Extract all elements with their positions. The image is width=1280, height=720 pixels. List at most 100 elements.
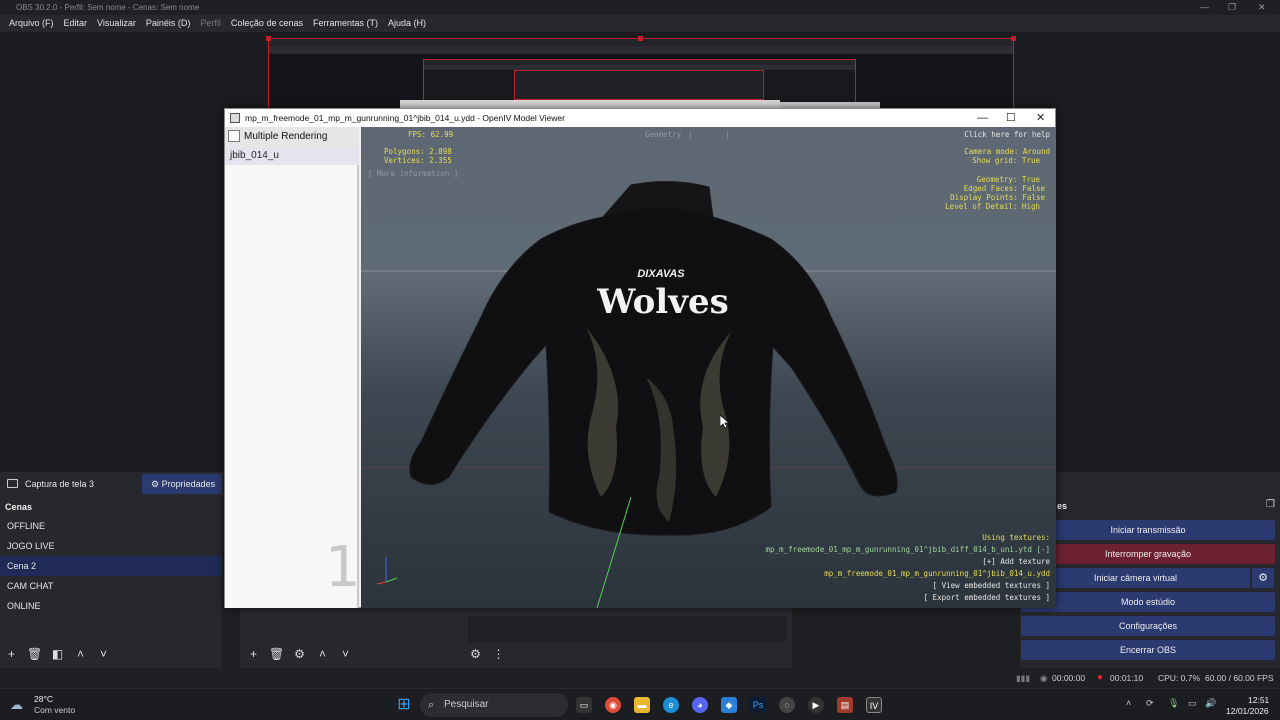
move-up-icon[interactable]: ˄ (73, 647, 88, 661)
stop-recording-button[interactable]: Interromper gravação (1021, 544, 1275, 564)
network-icon[interactable]: ▭ (1188, 698, 1197, 709)
move-down-icon[interactable]: ˅ (96, 647, 111, 661)
multiple-rendering-toggle[interactable]: Multiple Rendering (225, 127, 359, 146)
record-icon: ● (1097, 672, 1104, 683)
texture-dictionary-link[interactable]: mp_m_freemode_01_mp_m_gunrunning_01^jbib… (766, 545, 1050, 554)
menu-view[interactable]: Visualizar (92, 15, 141, 32)
more-information-link[interactable]: [ More information ] (368, 169, 458, 178)
fps-readout: 60.00 / 60.00 FPS (1205, 673, 1274, 683)
nested-menu-bar (269, 46, 1013, 54)
maximize-icon[interactable]: ❐ (1228, 0, 1236, 15)
clock-date[interactable]: 12/01/2026 (1226, 706, 1269, 716)
move-down-icon[interactable]: ˅ (338, 647, 353, 661)
virtual-camera-settings-icon[interactable]: ⚙ (1252, 568, 1274, 588)
help-link[interactable]: Click here for help (964, 130, 1050, 139)
mouse-cursor-icon (720, 415, 730, 429)
scene-item-jogo-live[interactable]: JOGO LIVE (0, 536, 222, 556)
edge-icon[interactable]: e (663, 697, 679, 713)
openiv-window: mp_m_freemode_01_mp_m_gunrunning_01^jbib… (224, 108, 1056, 608)
minimize-icon[interactable]: — (1200, 0, 1209, 15)
photoshop-icon[interactable]: Ps (750, 697, 766, 713)
camera-mode[interactable]: Camera mode: Around (964, 147, 1050, 156)
microphone-icon[interactable]: 🎙 (1168, 698, 1179, 709)
close-icon[interactable]: ✕ (1036, 109, 1045, 127)
start-streaming-button[interactable]: Iniciar transmissão (1021, 520, 1275, 540)
trash-icon[interactable]: 🗑 (27, 647, 42, 661)
lod-number: 1 (325, 535, 361, 600)
add-icon[interactable]: + (4, 647, 19, 661)
weather-icon[interactable]: ☁ (10, 697, 23, 713)
fps-readout: FPS: 62.99 (408, 130, 454, 139)
add-icon[interactable]: + (246, 647, 261, 661)
clock-time[interactable]: 12:51 (1248, 695, 1269, 705)
exit-button[interactable]: Encerrar OBS (1021, 640, 1275, 660)
taskbar-search[interactable]: ⌕ Pesquisar (420, 693, 568, 717)
menu-docks[interactable]: Painéis (D) (141, 15, 196, 32)
tab-geometry[interactable]: Geometry (645, 130, 681, 139)
menu-scene-collection[interactable]: Coleção de cenas (226, 15, 308, 32)
multiple-rendering-label: Multiple Rendering (244, 131, 328, 142)
dock-float-icon[interactable]: ❐ (1266, 499, 1275, 510)
gear-icon[interactable]: ⚙ (292, 647, 307, 661)
move-up-icon[interactable]: ˄ (315, 647, 330, 661)
settings-icon[interactable]: ⚙ (468, 647, 483, 661)
minimize-icon[interactable]: — (977, 109, 988, 127)
properties-button[interactable]: ⚙ Propriedades (142, 474, 222, 494)
stream-icon: ◉ (1040, 673, 1048, 683)
add-texture-link[interactable]: [+] Add texture (982, 557, 1050, 566)
app-icon[interactable]: ◆ (721, 697, 737, 713)
geometry-toggle[interactable]: Geometry: True (977, 175, 1040, 184)
task-view-icon[interactable]: ▭ (576, 697, 592, 713)
openiv-icon[interactable]: IV (866, 697, 882, 713)
show-grid[interactable]: Show grid: True (972, 156, 1040, 165)
weather-desc[interactable]: Com vento (34, 705, 75, 715)
edged-faces-toggle[interactable]: Edged Faces: False (964, 184, 1045, 193)
tab-separator: | (688, 130, 693, 139)
filter-icon[interactable]: ◧ (50, 647, 65, 661)
windows-start-icon[interactable]: ⊞ (396, 697, 412, 713)
studio-mode-button[interactable]: Modo estúdio (1021, 592, 1275, 612)
controls-header: es (1057, 501, 1068, 511)
settings-button[interactable]: Configurações (1021, 616, 1275, 636)
media-player-icon[interactable]: ▶ (808, 697, 824, 713)
discord-icon[interactable]: ◕ (692, 697, 708, 713)
more-icon[interactable]: ⋮ (491, 647, 506, 661)
status-bar: ▮▮▮ ◉ 00:00:00 ● 00:01:10 CPU: 0.7% 60.0… (0, 668, 1280, 688)
model-viewport[interactable]: DIXAVAS Wolves FPS: 62.99 Geometry | | C… (361, 127, 1056, 608)
model-list-item[interactable]: jbib_014_u (225, 146, 359, 165)
scene-item-offline[interactable]: OFFLINE (0, 516, 222, 536)
scene-item-cam-chat[interactable]: CAM CHAT (0, 576, 222, 596)
volume-icon[interactable]: 🔊 (1205, 698, 1216, 709)
view-embedded-textures-link[interactable]: [ View embedded textures ] (933, 581, 1050, 590)
trash-icon[interactable]: 🗑 (269, 647, 284, 661)
texture-model-link[interactable]: mp_m_freemode_01_mp_m_gunrunning_01^jbib… (824, 569, 1050, 578)
display-points-toggle[interactable]: Display Points: False (950, 193, 1045, 202)
weather-temp[interactable]: 28°C (34, 694, 53, 704)
cpu-usage: CPU: 0.7% (1158, 673, 1201, 683)
export-embedded-textures-link[interactable]: [ Export embedded textures ] (924, 593, 1050, 602)
tray-chevron-icon[interactable]: ˄ (1126, 698, 1131, 708)
openiv-app-icon (230, 113, 240, 123)
close-icon[interactable]: ✕ (1258, 0, 1266, 15)
file-explorer-icon[interactable]: ▬ (634, 697, 650, 713)
menu-profile[interactable]: Perfil (195, 15, 226, 32)
app-icon[interactable]: ◌ (779, 697, 795, 713)
properties-label: Propriedades (161, 479, 216, 489)
jacket-model: DIXAVAS Wolves (409, 180, 898, 536)
maximize-icon[interactable]: ☐ (1006, 109, 1016, 127)
obs-window-title: OBS 30.2.0 - Perfil: Sem nome - Cenas: S… (16, 3, 200, 12)
winrar-icon[interactable]: ▤ (837, 697, 853, 713)
menu-file[interactable]: Arquivo (F) (4, 15, 59, 32)
checkbox[interactable] (228, 130, 240, 142)
search-icon: ⌕ (428, 699, 435, 711)
signal-icon: ▮▮▮ (1016, 673, 1031, 683)
stream-time: 00:00:00 (1052, 673, 1086, 683)
tray-app-icon[interactable]: ⟳ (1146, 698, 1154, 709)
menu-help[interactable]: Ajuda (H) (383, 15, 431, 32)
scene-item-cena-2[interactable]: Cena 2 (0, 556, 222, 576)
menu-edit[interactable]: Editar (59, 15, 93, 32)
scene-item-online[interactable]: ONLINE (0, 596, 222, 616)
level-of-detail[interactable]: Level of Detail: High (945, 202, 1040, 211)
menu-tools[interactable]: Ferramentas (T) (308, 15, 383, 32)
chrome-icon[interactable]: ◉ (605, 697, 621, 713)
